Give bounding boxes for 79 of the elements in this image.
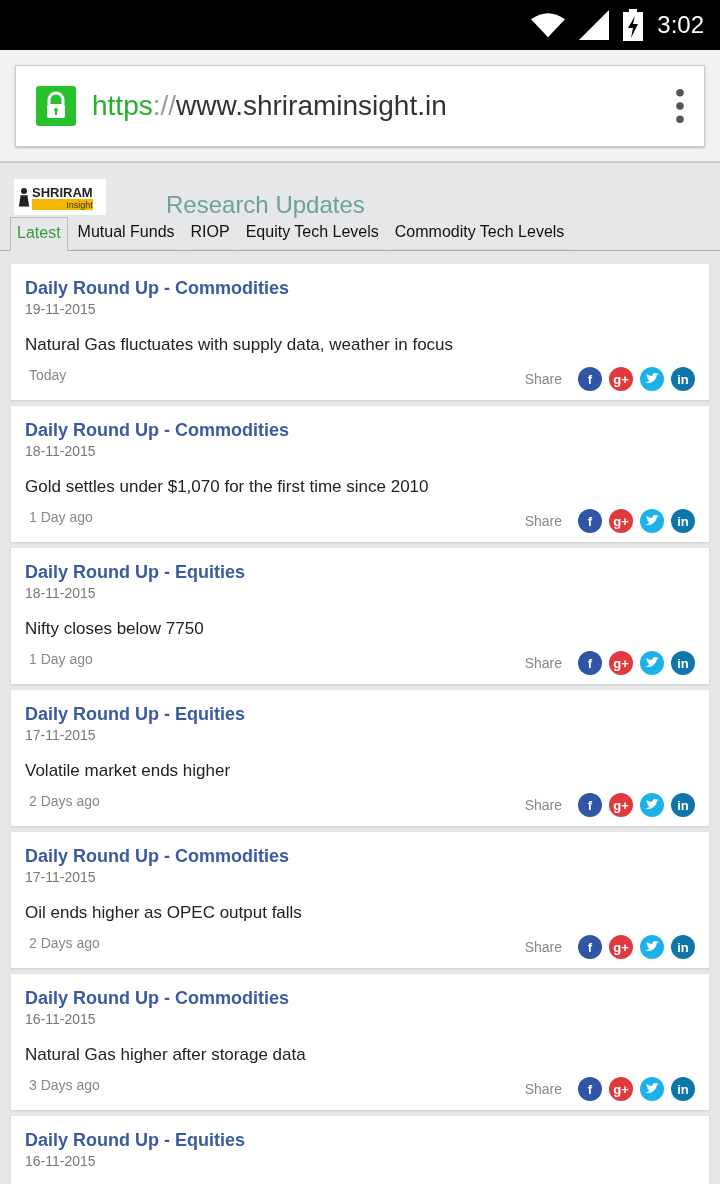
bird-icon[interactable] [640,651,664,675]
share-link[interactable]: g+ [609,367,633,391]
article-date: 16-11-2015 [25,1153,96,1169]
share-link[interactable]: f [578,367,602,391]
article-date: 17-11-2015 [25,869,96,885]
logo-name: SHRIRAM [32,184,93,200]
article-title[interactable]: Daily Round Up - Equities [25,1130,245,1151]
article-card[interactable]: Daily Round Up - Commodities 18-11-2015 Gold settles under $1,070 for the first time since 2010 1 Day ago Share f g+ in [11,406,709,542]
article-card[interactable]: Daily Round Up - Commodities 19-11-2015 Natural Gas fluctuates with supply data, weather in focus Today Share f g+ in [11,264,709,400]
share-link[interactable]: in [671,1077,695,1101]
share-label: Share [524,797,562,813]
article-title[interactable]: Daily Round Up - Commodities [25,278,289,299]
article-date: 18-11-2015 [25,585,96,601]
article-title[interactable]: Daily Round Up - Equities [25,704,245,725]
bird-icon[interactable] [640,793,664,817]
share-link[interactable]: g+ [609,793,633,817]
share-label: Share [524,513,562,529]
share-link[interactable]: in [671,509,695,533]
article-age: 3 Days ago [28,1077,100,1093]
share-label: Share [524,1081,562,1097]
bird-icon[interactable] [640,935,664,959]
share-link[interactable]: f [578,651,602,675]
article-headline: Natural Gas higher after storage data [25,1045,306,1065]
article-age: 2 Days ago [28,793,100,809]
article-headline: Natural Gas fluctuates with supply data, weather in focus [25,335,454,355]
share-link[interactable]: in [671,793,695,817]
share-link[interactable]: f [578,509,602,533]
battery-charging-icon [623,9,644,41]
menu-icon[interactable] [676,89,684,123]
tab[interactable]: RIOP [184,217,236,250]
share-label: Share [524,371,562,387]
bird-icon[interactable] [640,1077,664,1101]
share-link[interactable]: f [578,793,602,817]
article-title[interactable]: Daily Round Up - Commodities [25,420,289,441]
article-date: 18-11-2015 [25,443,96,459]
tab[interactable]: Commodity Tech Levels [388,217,571,250]
article-date: 19-11-2015 [25,301,96,317]
article-title[interactable]: Daily Round Up - Equities [25,562,245,583]
article-title[interactable]: Daily Round Up - Commodities [25,988,289,1009]
logo-tagline: Insight [65,199,93,210]
share-link[interactable]: f [578,935,602,959]
article-headline: Volatile market ends higher [25,761,231,781]
article-age: 1 Day ago [28,651,93,667]
lock-icon [36,86,76,126]
share-label: Share [524,655,562,671]
share-link[interactable]: g+ [609,935,633,959]
article-headline: Nifty closes below 7750 [25,619,204,639]
article-card[interactable]: Daily Round Up - Equities 17-11-2015 Volatile market ends higher 2 Days ago Share f g+ in [11,690,709,826]
page-title: Research Updates [166,191,365,219]
signal-icon [579,10,610,40]
article-card[interactable]: Daily Round Up - Commodities 17-11-2015 Oil ends higher as OPEC output falls 2 Days ago Share f g+ in [11,832,709,968]
bird-icon[interactable] [640,509,664,533]
clock-time: 3:02 [657,11,704,39]
figure-icon [18,186,30,208]
share-link[interactable]: g+ [609,651,633,675]
address-bar[interactable]: https://www.shriraminsight.in [15,65,705,147]
article-age: Today [28,367,67,383]
tab[interactable]: Equity Tech Levels [239,217,385,250]
share-link[interactable]: g+ [609,509,633,533]
wifi-icon [531,12,566,38]
article-date: 16-11-2015 [25,1011,96,1027]
article-age: 1 Day ago [28,509,93,525]
tab[interactable]: Mutual Funds [71,217,181,250]
article-title[interactable]: Daily Round Up - Commodities [25,846,289,867]
article-age: 2 Days ago [28,935,100,951]
article-date: 17-11-2015 [25,727,96,743]
url-text: https://www.shriraminsight.in [92,90,448,122]
article-card[interactable]: Daily Round Up - Equities 16-11-2015 [11,1116,709,1184]
share-link[interactable]: g+ [609,1077,633,1101]
article-headline: Gold settles under $1,070 for the first time since 2010 [25,477,429,497]
share-link[interactable]: f [578,1077,602,1101]
share-link[interactable]: in [671,367,695,391]
article-card[interactable]: Daily Round Up - Equities 18-11-2015 Nifty closes below 7750 1 Day ago Share f g+ in [11,548,709,684]
article-headline: Oil ends higher as OPEC output falls [25,903,302,923]
share-link[interactable]: in [671,935,695,959]
share-label: Share [524,939,562,955]
bird-icon[interactable] [640,367,664,391]
share-link[interactable]: in [671,651,695,675]
article-card[interactable]: Daily Round Up - Commodities 16-11-2015 Natural Gas higher after storage data 3 Days ago Share f g+ in [11,974,709,1110]
